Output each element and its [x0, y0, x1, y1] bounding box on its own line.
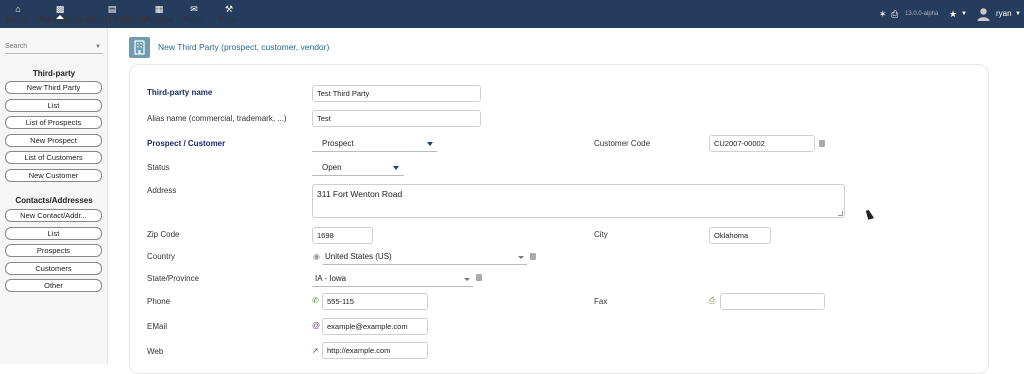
- address-textarea[interactable]: 311 Fort Wenton Road: [312, 184, 845, 218]
- bookmark-star-icon[interactable]: ★: [949, 0, 957, 28]
- top-menu-bar: ⌂ Home ▩ Third-parties ▤ Billing | Payme…: [0, 0, 1024, 28]
- search-input[interactable]: [5, 40, 103, 54]
- zip-label: Zip Code: [147, 230, 180, 239]
- sidebar-section-contacts: Contacts/Addresses: [15, 196, 93, 205]
- resize-handle[interactable]: [838, 211, 843, 216]
- search-dropdown-icon[interactable]: ▼: [95, 44, 101, 50]
- sidebar-item-list-of-customers[interactable]: List of Customers: [5, 151, 102, 164]
- envelope-icon: ✉: [190, 4, 198, 14]
- status-label: Status: [147, 163, 170, 172]
- sidebar-item-contact-prospects[interactable]: Prospects: [5, 244, 102, 257]
- chevron-down-icon[interactable]: ▼: [961, 0, 967, 28]
- country-dropdown-caret-icon[interactable]: [518, 256, 524, 259]
- state-label: State/Province: [147, 274, 200, 283]
- sidebar-item-contact-other[interactable]: Other: [5, 279, 102, 292]
- avatar[interactable]: [977, 7, 990, 21]
- city-label: City: [594, 230, 608, 239]
- page-title: New Third Party (prospect, customer, ven…: [158, 42, 330, 52]
- left-sidebar: ▼ Third-party New Third Party List List …: [0, 28, 108, 364]
- info-icon: [819, 140, 825, 147]
- phone-label: Phone: [147, 297, 171, 306]
- prospect-customer-select[interactable]: Prospect: [312, 135, 437, 152]
- customer-code-field[interactable]: CU2007-00002: [709, 135, 815, 152]
- email-field[interactable]: example@example.com: [322, 318, 428, 335]
- sidebar-item-new-customer[interactable]: New Customer: [5, 169, 102, 182]
- info-icon: [530, 253, 536, 260]
- menu-third-parties[interactable]: ▩ Third-parties: [38, 3, 83, 24]
- bug-icon[interactable]: ✶: [879, 0, 887, 28]
- menu-tools[interactable]: ⚒ Tools: [218, 3, 240, 24]
- menu-agenda[interactable]: ▦ Agenda: [145, 3, 173, 24]
- prospect-dropdown-caret-icon[interactable]: [427, 142, 433, 146]
- city-field[interactable]: Oklahoma: [709, 227, 771, 244]
- sidebar-item-list-of-prospects[interactable]: List of Prospects: [5, 116, 102, 129]
- alias-field[interactable]: Test: [312, 110, 481, 127]
- wrench-icon: ⚒: [224, 4, 234, 14]
- fax-field[interactable]: [720, 293, 825, 310]
- sidebar-item-list[interactable]: List: [5, 99, 102, 112]
- fax-label: Fax: [594, 297, 608, 306]
- menu-ticket[interactable]: ✉ Ticket: [182, 3, 206, 24]
- web-field[interactable]: http://example.com: [322, 342, 428, 359]
- print-icon[interactable]: ⎙: [891, 0, 898, 28]
- menu-home[interactable]: ⌂ Home: [6, 3, 30, 24]
- customer-code-label: Customer Code: [594, 139, 651, 148]
- state-select[interactable]: IA - Iowa: [312, 270, 473, 287]
- name-label: Third-party name: [147, 88, 213, 97]
- calendar-icon: ▦: [154, 4, 164, 14]
- country-label: Country: [147, 252, 176, 261]
- status-dropdown-caret-icon[interactable]: [393, 166, 399, 170]
- state-dropdown-caret-icon[interactable]: [464, 278, 470, 281]
- phone-icon: ✆: [312, 296, 319, 305]
- globe-icon: ◉: [313, 252, 320, 261]
- alias-label: Alias name (commercial, trademark, ...): [147, 114, 287, 123]
- phone-field[interactable]: 555-115: [322, 293, 428, 310]
- sidebar-section-third-party: Third-party: [32, 69, 76, 78]
- status-select[interactable]: Open: [312, 159, 404, 176]
- sidebar-item-new-contact[interactable]: New Contact/Addr...: [5, 209, 102, 222]
- menu-billing-payment[interactable]: ▤ Billing | Payment: [86, 3, 145, 24]
- home-icon: ⌂: [15, 4, 21, 14]
- fax-icon: ⎙: [709, 296, 716, 305]
- country-select[interactable]: United States (US): [323, 248, 527, 265]
- version-label: 13.0.0-alpha: [905, 11, 939, 17]
- prospect-customer-label: Prospect / Customer: [147, 139, 226, 148]
- building-icon: [129, 37, 150, 58]
- at-icon: @: [312, 321, 321, 330]
- building-icon: ▩: [55, 4, 65, 14]
- sidebar-item-new-prospect[interactable]: New Prospect: [5, 134, 102, 147]
- sidebar-item-contact-customers[interactable]: Customers: [5, 262, 102, 275]
- user-name[interactable]: ryan: [996, 0, 1012, 28]
- zip-field[interactable]: 1698: [312, 227, 373, 244]
- email-label: EMail: [147, 322, 168, 331]
- name-field[interactable]: Test Third Party: [312, 85, 481, 102]
- info-icon: [476, 274, 482, 281]
- sidebar-item-new-third-party[interactable]: New Third Party: [5, 81, 102, 94]
- sidebar-item-contact-list[interactable]: List: [5, 227, 102, 240]
- web-label: Web: [147, 347, 164, 356]
- external-link-icon: ➚: [312, 346, 319, 355]
- invoice-icon: ▤: [107, 4, 117, 14]
- address-label: Address: [147, 186, 177, 195]
- form-card: [129, 64, 989, 374]
- user-menu-chevron-icon[interactable]: ▼: [1015, 0, 1021, 28]
